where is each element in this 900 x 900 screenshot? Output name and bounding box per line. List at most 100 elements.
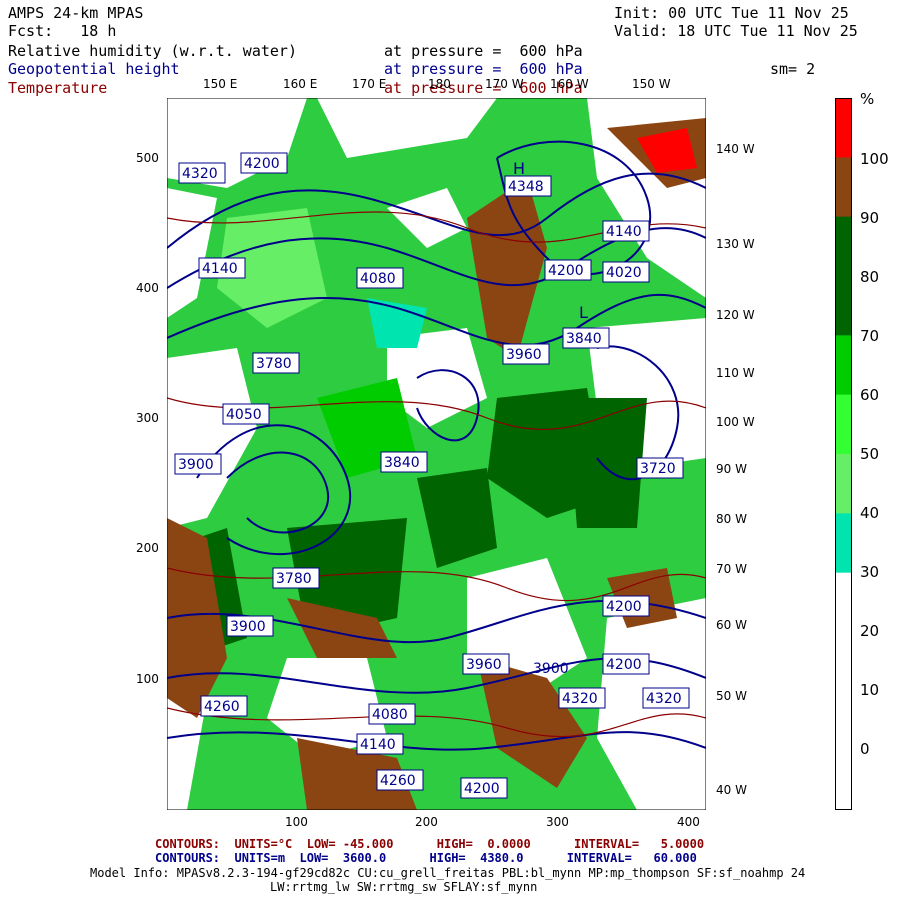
height-label: 4320	[558, 687, 606, 709]
svg-text:4050: 4050	[226, 407, 262, 423]
lon-right-label: 130 W	[716, 237, 755, 251]
colorbar-segment	[835, 157, 852, 218]
colorbar-segment	[835, 335, 852, 396]
model-title: AMPS 24-km MPAS	[8, 4, 144, 22]
lon-right-label: 140 W	[716, 142, 755, 156]
colorbar-tick: 20	[860, 622, 880, 640]
height-label: 3960	[502, 343, 550, 365]
svg-text:4260: 4260	[380, 773, 416, 789]
colorbar-segment	[835, 276, 852, 336]
height-label: 3780	[272, 567, 320, 589]
svg-text:4140: 4140	[606, 224, 642, 240]
colorbar-segment	[835, 454, 852, 514]
lon-right-label: 90 W	[716, 462, 747, 476]
svg-text:4260: 4260	[204, 699, 240, 715]
svg-text:4320: 4320	[182, 166, 218, 182]
lon-right-label: 100 W	[716, 415, 755, 429]
field-rh-name: Relative humidity (w.r.t. water)	[8, 42, 297, 60]
svg-text:3900: 3900	[230, 619, 266, 635]
height-label: 3900	[226, 615, 274, 637]
height-label: 4200	[460, 777, 508, 799]
field-gh-name: Geopotential height	[8, 60, 180, 78]
temperature-contour-info: CONTOURS: UNITS=°C LOW= -45.000 HIGH= 0.…	[155, 837, 705, 851]
height-label: 4050	[222, 403, 270, 425]
height-label: 3840	[380, 451, 428, 473]
height-label: 4080	[368, 703, 416, 725]
forecast-hour: Fcst: 18 h	[8, 22, 117, 40]
height-label: 4020	[602, 261, 650, 283]
svg-text:4020: 4020	[606, 265, 642, 281]
svg-text:4140: 4140	[360, 737, 396, 753]
colorbar-tick: 10	[860, 681, 880, 699]
colorbar-segment	[835, 98, 852, 158]
lon-top-label: 170 W	[485, 77, 524, 91]
svg-text:3780: 3780	[256, 356, 292, 372]
height-label: 4260	[376, 769, 424, 791]
rh-colorbar	[835, 98, 852, 810]
colorbar-segment	[835, 632, 852, 692]
svg-text:4200: 4200	[606, 657, 642, 673]
lon-top-label: 160 E	[283, 77, 318, 91]
lon-right-label: 50 W	[716, 689, 747, 703]
height-label: 3720	[636, 457, 684, 479]
colorbar-segment	[835, 513, 852, 574]
svg-text:4200: 4200	[464, 781, 500, 797]
svg-text:4140: 4140	[202, 261, 238, 277]
lon-right-label: 40 W	[716, 783, 747, 797]
svg-text:4200: 4200	[244, 156, 280, 172]
svg-text:4200: 4200	[606, 599, 642, 615]
model-info: Model Info: MPASv8.2.3-194-gf29cd82c CU:…	[90, 866, 806, 880]
height-label: 3900	[533, 661, 569, 677]
colorbar-tick: 70	[860, 327, 880, 345]
y-tick-label: 200	[136, 541, 159, 555]
colorbar-tick: 80	[860, 268, 880, 286]
colorbar-tick: 0	[860, 740, 870, 758]
lon-top-label: 180	[428, 77, 451, 91]
colorbar-tick: 60	[860, 386, 880, 404]
low-center-symbol: L	[579, 303, 588, 322]
field-rh-level: at pressure = 600 hPa	[384, 42, 583, 60]
y-tick-label: 100	[136, 672, 159, 686]
height-label: 4200	[602, 653, 650, 675]
height-label: 4140	[356, 733, 404, 755]
lon-right-label: 60 W	[716, 618, 747, 632]
model-info-line2: LW:rrtmg_lw SW:rrtmg_sw SFLAY:sf_mynn	[270, 880, 538, 894]
svg-text:3900: 3900	[533, 661, 569, 677]
init-time: Init: 00 UTC Tue 11 Nov 25	[614, 4, 849, 22]
height-label: 4140	[602, 220, 650, 242]
colorbar-segment	[835, 691, 852, 752]
svg-text:4320: 4320	[562, 691, 598, 707]
colorbar-tick: 30	[860, 563, 880, 581]
x-tick-label: 400	[677, 815, 700, 829]
height-label: 4140	[198, 257, 246, 279]
height-label: 4080	[356, 267, 404, 289]
svg-text:3900: 3900	[178, 457, 214, 473]
svg-text:4080: 4080	[372, 707, 408, 723]
lon-top-label: 150 W	[632, 77, 671, 91]
svg-text:3960: 3960	[506, 347, 542, 363]
height-label: 4348	[504, 175, 552, 197]
colorbar-segment	[835, 216, 852, 277]
y-tick-label: 400	[136, 281, 159, 295]
height-label: 3960	[462, 653, 510, 675]
y-tick-label: 500	[136, 151, 159, 165]
height-label: 4320	[642, 687, 690, 709]
svg-text:4200: 4200	[548, 263, 584, 279]
colorbar-tick: 40	[860, 504, 880, 522]
lon-top-label: 150 E	[203, 77, 238, 91]
lon-right-label: 80 W	[716, 512, 747, 526]
height-label: 4200	[240, 152, 288, 174]
height-label: 3840	[562, 327, 610, 349]
x-tick-label: 300	[546, 815, 569, 829]
svg-text:4080: 4080	[360, 271, 396, 287]
svg-text:4348: 4348	[508, 179, 544, 195]
map-panel: 4320 4200 4348 4140 4020 4200 4140 4080 …	[167, 98, 706, 810]
svg-text:3780: 3780	[276, 571, 312, 587]
y-tick-label: 300	[136, 411, 159, 425]
svg-text:4320: 4320	[646, 691, 682, 707]
x-tick-label: 100	[285, 815, 308, 829]
height-label: 4200	[544, 259, 592, 281]
field-temp-name: Temperature	[8, 79, 108, 97]
colorbar-segment	[835, 750, 852, 810]
lon-right-label: 70 W	[716, 562, 747, 576]
